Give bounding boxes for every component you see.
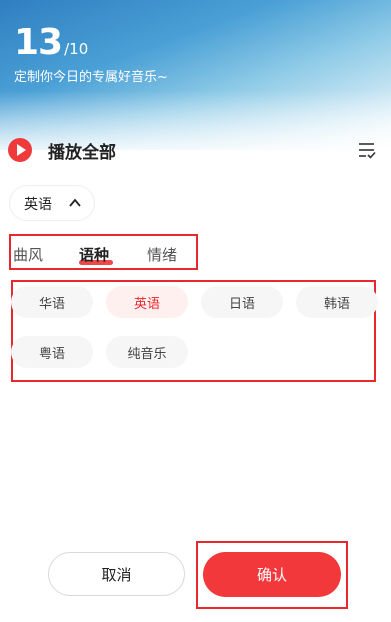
chip-japanese[interactable]: 日语 (201, 286, 283, 318)
language-filter-pill[interactable]: 英语 (10, 186, 94, 220)
chip-instrumental[interactable]: 纯音乐 (106, 336, 188, 368)
category-tabs: 曲风 语种 情绪 (9, 234, 198, 270)
chip-mandarin[interactable]: 华语 (11, 286, 93, 318)
tab-language[interactable]: 语种 (79, 244, 109, 265)
header-subtitle: 定制你今日的专属好音乐~ (14, 70, 168, 85)
tab-mood[interactable]: 情绪 (147, 244, 177, 265)
cancel-button[interactable]: 取消 (48, 552, 185, 596)
date-month: /10 (64, 40, 89, 58)
chevron-up-icon (69, 198, 81, 207)
date-display: 13/10 (14, 22, 88, 63)
date-day: 13 (14, 22, 63, 63)
play-all-label[interactable]: 播放全部 (48, 138, 116, 163)
language-filter-label: 英语 (24, 197, 52, 213)
chip-english[interactable]: 英语 (106, 286, 188, 318)
play-all-row: 播放全部 (0, 134, 391, 168)
chip-korean[interactable]: 韩语 (296, 286, 378, 318)
play-circle-icon[interactable] (8, 138, 32, 162)
chip-cantonese[interactable]: 粤语 (11, 336, 93, 368)
tab-genre[interactable]: 曲风 (13, 244, 43, 265)
list-check-icon[interactable] (357, 140, 377, 160)
confirm-button[interactable]: 确认 (203, 552, 341, 597)
language-chip-grid: 华语 英语 日语 韩语 粤语 纯音乐 (11, 280, 378, 382)
